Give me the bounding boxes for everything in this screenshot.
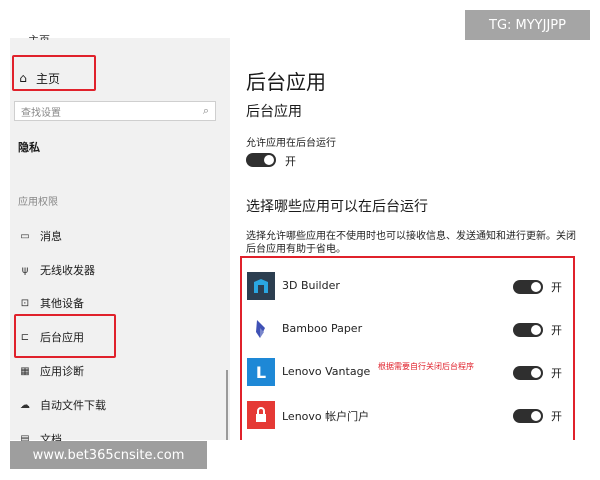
- allow-background-label: 允许应用在后台运行: [246, 138, 336, 149]
- app-name: Bamboo Paper: [282, 322, 363, 335]
- app-toggle-state: 开: [551, 410, 562, 423]
- allow-background-toggle[interactable]: [246, 153, 276, 167]
- search-placeholder: 查找设置: [21, 107, 61, 119]
- bamboo-paper-glyph: [256, 320, 265, 338]
- sidebar-scrollbar[interactable]: [226, 370, 228, 440]
- section-subtitle: 后台应用: [246, 104, 302, 120]
- app-name: 3D Builder: [282, 279, 340, 292]
- annotation-note: 根据需要自行关闭后台程序: [378, 362, 474, 371]
- search-icon: ⌕: [202, 104, 209, 117]
- home-icon: ⌂: [19, 71, 27, 85]
- radio-icon: ψ: [21, 264, 29, 276]
- sidebar-top-fragment: 主页: [28, 32, 50, 40]
- sidebar-item-label: 后台应用: [40, 331, 84, 344]
- choose-apps-heading: 选择哪些应用可以在后台运行: [246, 199, 428, 215]
- app-toggle-state: 开: [551, 367, 562, 380]
- lock-glyph: [256, 407, 266, 422]
- sidebar-item-app-diagnostics[interactable]: ▦ 应用诊断: [18, 362, 84, 380]
- message-icon: ▭: [20, 230, 30, 242]
- app-toggle-lenovo-vantage[interactable]: [513, 366, 543, 380]
- sidebar-item-background-apps[interactable]: ⊏ 后台应用: [18, 328, 84, 346]
- sidebar-item-other-devices[interactable]: ⊡ 其他设备: [18, 294, 84, 312]
- devices-icon: ⊡: [20, 297, 30, 309]
- 3d-builder-icon: [247, 272, 275, 300]
- sidebar-item-label: 其他设备: [40, 297, 84, 310]
- background-apps-icon: ⊏: [20, 331, 30, 343]
- app-row-bamboo-paper: Bamboo Paper 开: [245, 315, 565, 345]
- allow-background-state: 开: [285, 155, 296, 168]
- sidebar-item-messages[interactable]: ▭ 消息: [18, 227, 62, 245]
- search-settings-input[interactable]: 查找设置 ⌕: [14, 101, 216, 121]
- cloud-icon: ☁: [20, 399, 30, 411]
- lenovo-vantage-icon: L: [247, 358, 275, 386]
- bamboo-paper-icon: [247, 315, 275, 343]
- app-toggle-3d-builder[interactable]: [513, 280, 543, 294]
- sidebar-item-label: 无线收发器: [40, 264, 95, 277]
- 3d-builder-glyph: [254, 279, 268, 293]
- app-diagnostics-icon: ▦: [20, 365, 30, 377]
- sidebar-item-auto-download[interactable]: ☁ 自动文件下载: [18, 396, 106, 414]
- app-name: Lenovo Vantage: [282, 365, 371, 378]
- choose-apps-description: 选择允许哪些应用在不使用时也可以接收信息、发送通知和进行更新。关闭后台应用有助于…: [246, 231, 576, 255]
- sidebar-home[interactable]: ⌂ 主页: [16, 68, 106, 88]
- sidebar-item-label: 应用诊断: [40, 365, 84, 378]
- page-title: 后台应用: [246, 70, 326, 94]
- home-label: 主页: [36, 71, 61, 86]
- privacy-heading: 隐私: [18, 141, 40, 154]
- url-watermark-badge: www.bet365cnsite.com: [10, 441, 207, 469]
- sidebar-item-label: 消息: [40, 230, 62, 243]
- sidebar-item-radios[interactable]: ψ 无线收发器: [18, 261, 95, 279]
- app-toggle-state: 开: [551, 281, 562, 294]
- app-toggle-state: 开: [551, 324, 562, 337]
- tg-watermark-badge: TG: MYYJJPP: [465, 10, 590, 40]
- lenovo-account-icon: [247, 401, 275, 429]
- app-name: Lenovo 帐户门户: [282, 410, 370, 423]
- app-toggle-lenovo-account[interactable]: [513, 409, 543, 423]
- app-toggle-bamboo-paper[interactable]: [513, 323, 543, 337]
- app-permissions-heading: 应用权限: [18, 197, 58, 208]
- app-row-3d-builder: 3D Builder 开: [245, 272, 565, 302]
- app-row-lenovo-account: Lenovo 帐户门户 开: [245, 401, 565, 431]
- sidebar-item-label: 自动文件下载: [40, 399, 106, 412]
